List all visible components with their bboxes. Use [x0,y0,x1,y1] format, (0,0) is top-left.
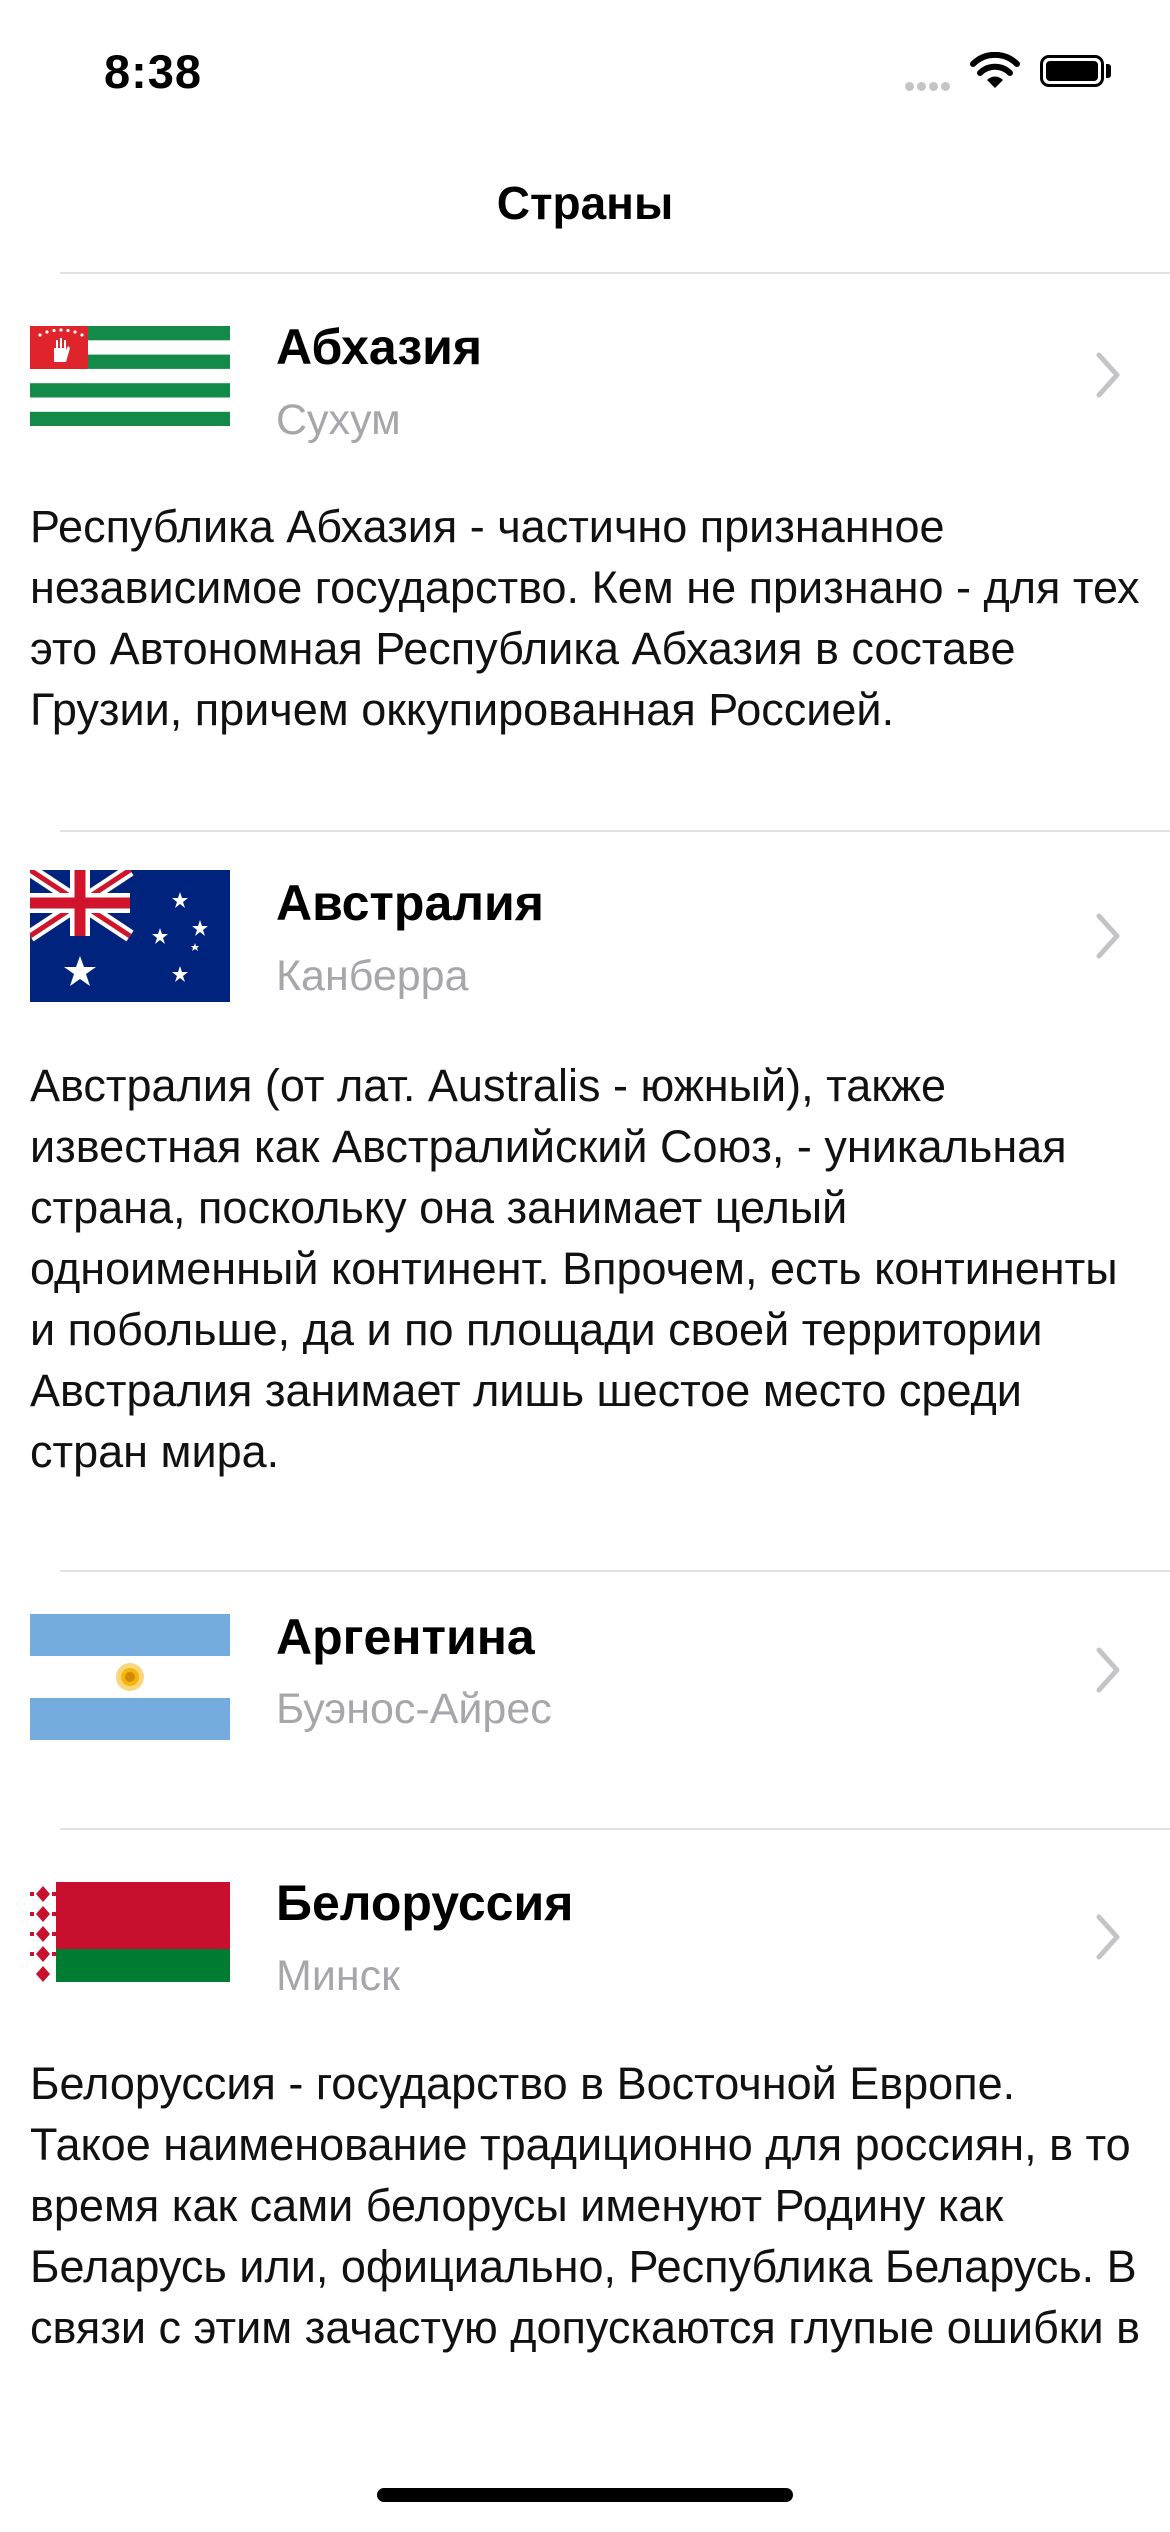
country-row-argentina[interactable]: Аргентина Буэнос-Айрес [0,1588,1170,1748]
country-row-australia[interactable]: Австралия Канберра [0,846,1170,1006]
country-name: Аргентина [276,1609,535,1665]
status-time: 8:38 [104,45,203,98]
separator [60,272,1170,274]
country-capital: Минск [276,1952,400,2000]
country-capital: Буэнос-Айрес [276,1685,552,1733]
australia-flag-icon [30,870,230,1002]
page-title: Страны [496,177,674,229]
country-capital: Канберра [276,952,469,1000]
country-name: Австралия [276,875,544,931]
argentina-flag-icon [30,1614,230,1740]
status-bar: 8:38 [0,0,1170,150]
cellular-signal-icon [905,78,957,91]
country-capital: Сухум [276,396,401,444]
country-description: Белоруссия - государство в Восточной Евр… [30,2058,1140,2353]
home-indicator[interactable] [377,2488,793,2502]
wifi-icon [970,52,1020,88]
separator [60,1828,1170,1830]
country-description: Австралия (от лат. Australis - южный), т… [30,1060,1118,1477]
chevron-right-icon [1096,913,1120,959]
belarus-flag-icon [30,1882,230,1982]
chevron-right-icon [1096,352,1120,398]
country-row-abkhazia[interactable]: Абхазия Сухум [0,290,1170,450]
country-name: Абхазия [276,319,483,375]
battery-icon [1040,55,1104,87]
battery-tip [1106,64,1111,78]
country-name: Белоруссия [276,1875,574,1931]
country-description: Республика Абхазия - частично признанное… [30,501,1140,735]
chevron-right-icon [1096,1914,1120,1960]
chevron-right-icon [1096,1647,1120,1693]
separator [60,830,1170,832]
abkhazia-flag-icon [30,326,230,426]
country-row-belarus[interactable]: Белоруссия Минск [0,1844,1170,2004]
separator [60,1570,1170,1572]
